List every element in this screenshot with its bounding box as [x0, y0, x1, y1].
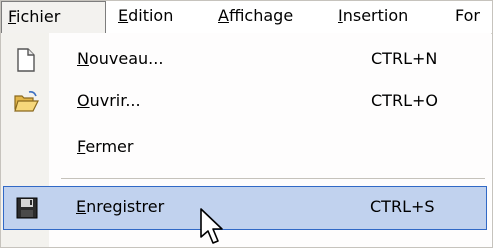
menu-format[interactable]: For	[447, 1, 488, 33]
menu-affichage-label: ffichage	[228, 6, 294, 25]
menu-item-ouvrir-label: Ouvrir...	[77, 91, 141, 110]
menu-edition-label: dition	[128, 6, 174, 25]
label-text: nregistrer	[86, 197, 165, 216]
floppy-disk-icon	[16, 197, 38, 219]
mnemonic: E	[76, 197, 87, 216]
menu-bar: Fichier Edition Affichage Insertion For	[1, 1, 492, 34]
menu-insertion-label: nsertion	[342, 6, 409, 25]
menu-item-ouvrir[interactable]: Ouvrir... CTRL+O	[1, 81, 491, 123]
shortcut-text: CTRL+S	[370, 197, 435, 216]
menu-fichier-mnemonic: F	[8, 7, 17, 26]
application-window: Fichier Edition Affichage Insertion For …	[0, 0, 493, 248]
menu-affichage[interactable]: Affichage	[210, 1, 301, 33]
label-text: ouveau...	[88, 49, 164, 68]
mouse-pointer-icon	[200, 208, 223, 244]
menu-edition[interactable]: Edition	[110, 1, 181, 33]
menu-format-label: For	[455, 6, 480, 25]
menu-edition-mnemonic: E	[118, 6, 129, 25]
shortcut-text: CTRL+O	[371, 91, 438, 110]
menu-item-fermer-label: Fermer	[77, 137, 133, 156]
menu-item-nouveau[interactable]: Nouveau... CTRL+N	[1, 39, 491, 81]
menu-affichage-mnemonic: A	[218, 6, 229, 25]
new-document-icon	[17, 48, 35, 72]
mnemonic: N	[77, 49, 89, 68]
menu-item-nouveau-label: Nouveau...	[77, 49, 163, 68]
menu-insertion[interactable]: Insertion	[330, 1, 416, 33]
menu-fichier[interactable]: Fichier	[1, 1, 106, 33]
menu-item-fermer[interactable]: Fermer	[1, 127, 491, 169]
label-text: uvrir...	[89, 91, 141, 110]
shortcut-text: CTRL+N	[371, 49, 438, 68]
fichier-dropdown-menu: Nouveau... CTRL+N Ouvrir... CTRL+O Ferme…	[1, 33, 491, 247]
label-text: ermer	[85, 137, 134, 156]
open-folder-icon	[14, 91, 39, 112]
menu-item-enregistrer[interactable]: Enregistrer CTRL+S	[3, 186, 487, 230]
menu-fichier-label: ichier	[16, 7, 61, 26]
mnemonic: O	[77, 91, 90, 110]
menu-separator	[61, 178, 485, 179]
menu-item-enregistrer-label: Enregistrer	[76, 197, 164, 216]
